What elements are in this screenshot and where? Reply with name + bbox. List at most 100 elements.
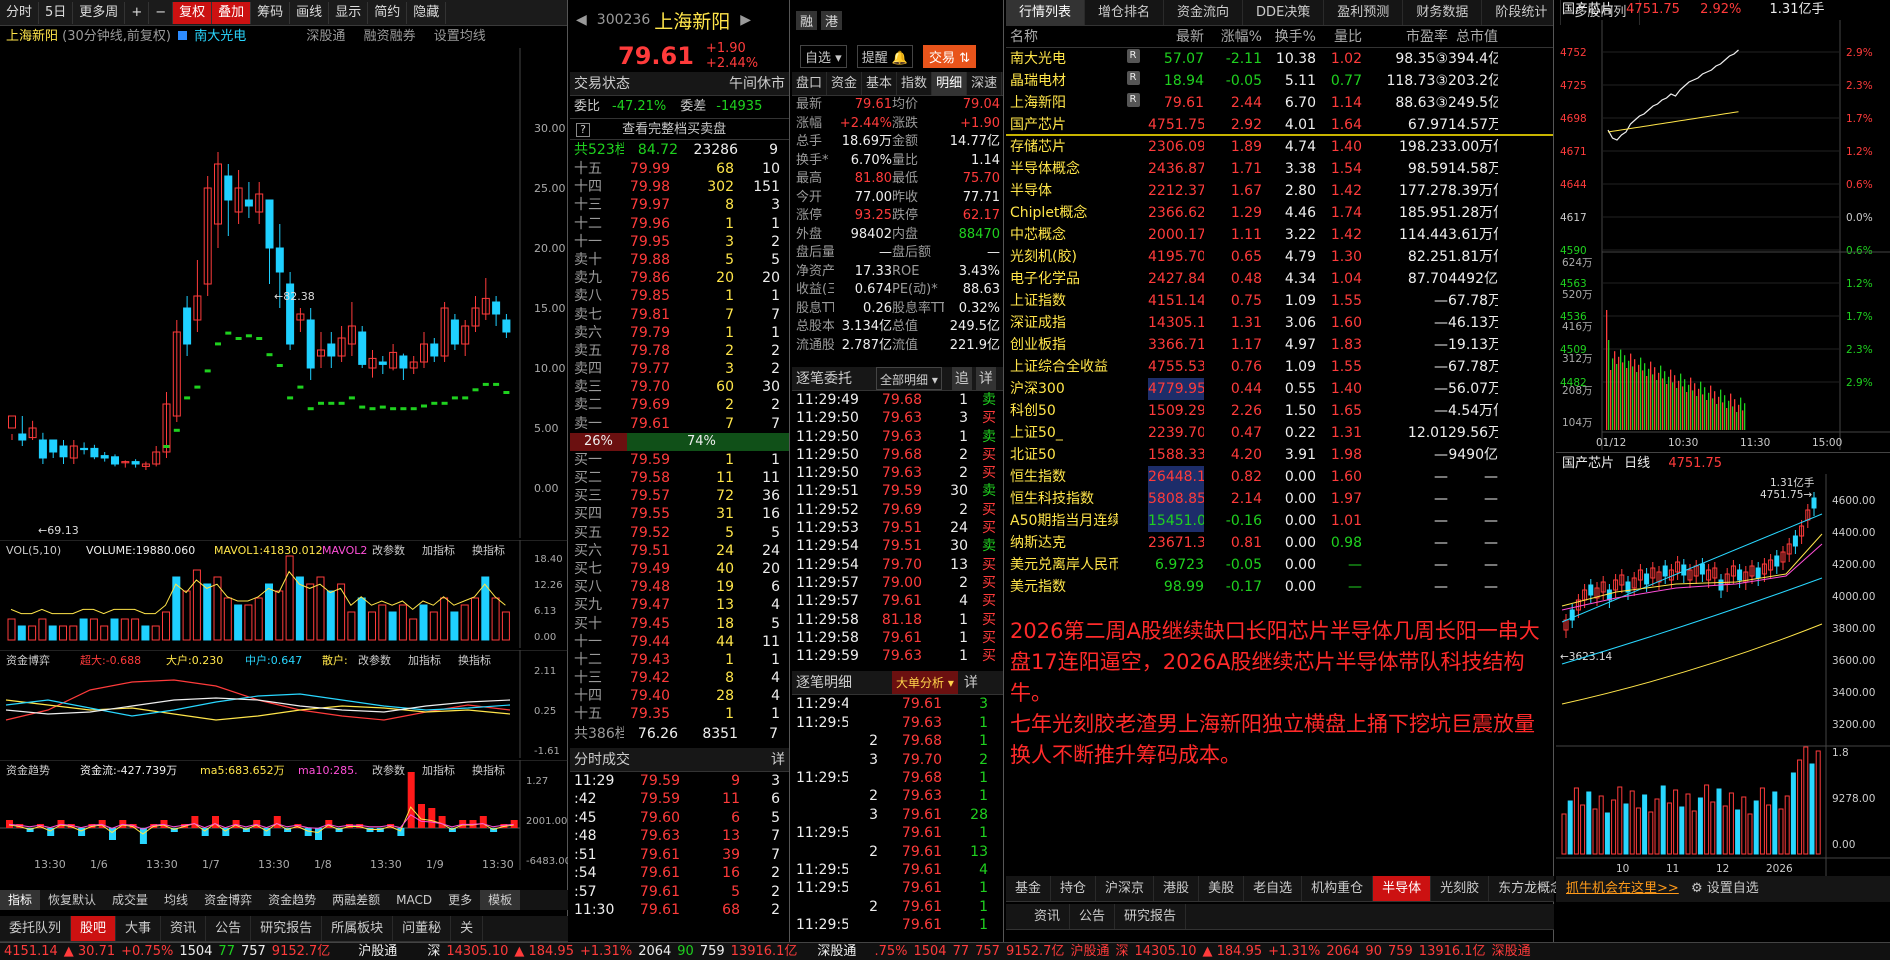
sell-level[interactable]: 十一 79.95 3 2 bbox=[570, 233, 789, 251]
list-row[interactable]: 深证成指 14305.10 1.31 3.06 1.60 —46.13万亿 bbox=[1006, 312, 1553, 334]
buy-level[interactable]: 买五 79.52 5 5 bbox=[570, 524, 789, 542]
tab-research[interactable]: 研究报告 bbox=[1115, 904, 1187, 929]
list-row[interactable]: 恒生科技指数 5808.85 2.14 0.00 1.97 — — bbox=[1006, 488, 1553, 510]
buy-level[interactable]: 十四 79.40 28 4 bbox=[570, 687, 789, 705]
full-depth-link[interactable]: 查看完整档买卖盘 bbox=[622, 122, 726, 137]
sell-level[interactable]: 十三 79.97 8 3 bbox=[570, 196, 789, 214]
chase-button[interactable]: 追 bbox=[951, 367, 972, 390]
ad-link[interactable]: 抓牛机会在这里>> bbox=[1566, 881, 1679, 896]
indicator-tab[interactable]: 资金博弈 bbox=[196, 890, 260, 910]
quote-tab[interactable]: 明细 bbox=[932, 72, 968, 95]
list-row[interactable]: 中芯概念 2000.17 1.11 3.22 1.42 114.443.61万亿 bbox=[1006, 224, 1553, 246]
info-item[interactable]: 深股通 bbox=[306, 29, 345, 44]
vol-action[interactable]: 换指标 bbox=[472, 543, 505, 557]
buy-level[interactable]: 十二 79.43 1 1 bbox=[570, 651, 789, 669]
list-header-cell[interactable]: 名称 bbox=[1006, 26, 1118, 47]
trade-button[interactable]: 交易 ⇅ bbox=[923, 44, 977, 68]
toolbar-button[interactable]: 隐藏 bbox=[407, 1, 447, 24]
index-intraday-chart[interactable]: 4752472546984671464446174590456345364509… bbox=[1556, 20, 1890, 450]
sell-level[interactable]: 十四 79.98 302 151 bbox=[570, 178, 789, 196]
mingxi-detail-button[interactable]: 详 bbox=[964, 671, 978, 694]
list-row[interactable]: 上海新阳 R 79.61 2.44 6.70 1.14 88.63③ 249.5亿 bbox=[1006, 92, 1553, 114]
buy-level[interactable]: 买七 79.49 40 20 bbox=[570, 560, 789, 578]
list-row[interactable]: Chiplet概念 2366.62 1.29 4.46 1.74 185.951.28万亿 bbox=[1006, 202, 1553, 224]
sell-level[interactable]: 卖六 79.79 1 1 bbox=[570, 324, 789, 342]
bottom-tab[interactable]: 所属板块 bbox=[322, 916, 394, 941]
fund-trend-chart[interactable]: 资金趋势 资金流:-427.739万 ma5:683.652万 ma10:285. 改参… bbox=[0, 760, 568, 870]
next-stock-icon[interactable]: ▶ bbox=[740, 12, 751, 28]
list-bottom-tab[interactable]: 半导体 bbox=[1373, 876, 1432, 901]
list-tab[interactable]: 盈利预测 bbox=[1324, 0, 1404, 25]
sell-level[interactable]: 十二 79.96 1 1 bbox=[570, 215, 789, 233]
buy-level[interactable]: 买三 79.57 72 36 bbox=[570, 487, 789, 505]
list-row[interactable]: A50期指当月连续 15451.0 -0.16 0.00 1.01 — — bbox=[1006, 510, 1553, 532]
toolbar-button[interactable]: + bbox=[125, 1, 150, 24]
gang-button[interactable]: 港 bbox=[821, 10, 843, 30]
list-header-cell[interactable]: 涨幅% bbox=[1204, 26, 1262, 47]
bottom-tab[interactable]: 关 bbox=[451, 916, 484, 941]
list-bottom-tab[interactable]: 基金 bbox=[1006, 876, 1052, 901]
fund-action[interactable]: 加指标 bbox=[408, 653, 441, 667]
buy-level[interactable]: 买一 79.59 1 1 bbox=[570, 451, 789, 469]
bottom-tab[interactable]: 问董秘 bbox=[393, 916, 452, 941]
rong-button[interactable]: 融 bbox=[796, 10, 818, 30]
list-header-cell[interactable]: 换手% bbox=[1262, 26, 1316, 47]
fund-action[interactable]: 换指标 bbox=[458, 653, 491, 667]
info-item[interactable]: 融资融券 bbox=[364, 29, 416, 44]
quote-tab[interactable]: 盘口 bbox=[792, 72, 828, 95]
sell-level[interactable]: 卖三 79.70 60 30 bbox=[570, 378, 789, 396]
list-row[interactable]: 美元指数 98.99 -0.17 0.00 — — — bbox=[1006, 576, 1553, 598]
list-row[interactable]: 光刻机(胶) 4195.70 0.65 4.79 1.30 82.251.81万亿 bbox=[1006, 246, 1553, 268]
list-header-cell[interactable] bbox=[1118, 26, 1148, 47]
list-tab[interactable]: 增仓排名 bbox=[1085, 0, 1165, 25]
buy-level[interactable]: 买六 79.51 24 24 bbox=[570, 542, 789, 560]
bottom-tab[interactable]: 研究报告 bbox=[251, 916, 323, 941]
indicator-tab[interactable]: 两融差额 bbox=[324, 890, 388, 910]
sell-level[interactable]: 卖九 79.86 20 20 bbox=[570, 269, 789, 287]
zhubi-filter[interactable]: 全部明细 ▾ bbox=[876, 367, 942, 390]
toolbar-button[interactable]: 筹码 bbox=[251, 1, 291, 24]
list-row[interactable]: 晶瑞电材 R 18.94 -0.05 5.11 0.77 118.73③ 203.2亿 bbox=[1006, 70, 1553, 92]
vol-action[interactable]: 加指标 bbox=[422, 543, 455, 557]
toolbar-button[interactable]: 复权 bbox=[173, 1, 213, 24]
buy-level[interactable]: 买九 79.47 13 4 bbox=[570, 596, 789, 614]
volume-chart[interactable]: VOL(5,10) VOLUME:19880.060 MAVOL1:41830.01… bbox=[0, 540, 568, 648]
fund-game-chart[interactable]: 资金博弈 超大:-0.688 大户:0.230 中户:0.647 散户: 改参数 加指标 换指… bbox=[0, 650, 568, 758]
buy-level[interactable]: 十五 79.35 1 1 bbox=[570, 705, 789, 723]
toolbar-button[interactable]: 简约 bbox=[368, 1, 408, 24]
indicator-tab[interactable]: 均线 bbox=[156, 890, 196, 910]
list-bottom-tab[interactable]: 港股 bbox=[1154, 876, 1200, 901]
big-order-button[interactable]: 大单分析 ▾ bbox=[892, 671, 958, 695]
quote-tab[interactable]: 指数 bbox=[897, 72, 933, 95]
sell-level[interactable]: 卖十 79.88 5 5 bbox=[570, 251, 789, 269]
list-tab[interactable]: DDE决策 bbox=[1243, 0, 1325, 25]
prev-stock-icon[interactable]: ◀ bbox=[576, 12, 587, 28]
list-header-cell[interactable]: 量比 bbox=[1316, 26, 1362, 47]
list-tab[interactable]: 资金流向 bbox=[1164, 0, 1244, 25]
bottom-tab[interactable]: 公告 bbox=[206, 916, 252, 941]
list-tab[interactable]: 财务数据 bbox=[1403, 0, 1483, 25]
list-header-cell[interactable]: 总市值 bbox=[1448, 26, 1498, 47]
buy-level[interactable]: 买十 79.45 18 5 bbox=[570, 615, 789, 633]
buy-level[interactable]: 买二 79.58 11 11 bbox=[570, 469, 789, 487]
list-header-cell[interactable]: 最新 bbox=[1148, 26, 1204, 47]
list-tab[interactable]: 阶段统计 bbox=[1482, 0, 1562, 25]
help-icon[interactable]: ? bbox=[576, 123, 590, 137]
list-row[interactable]: 北证50 1588.33 4.20 3.91 1.98 —9490亿 bbox=[1006, 444, 1553, 466]
trend-action[interactable]: 改参数 bbox=[372, 763, 405, 777]
toolbar-button[interactable]: 叠加 bbox=[212, 1, 252, 24]
toolbar-button[interactable]: 画线 bbox=[290, 1, 330, 24]
list-row[interactable]: 电子化学品 2427.84 0.48 4.34 1.04 87.70 4492亿 bbox=[1006, 268, 1553, 290]
quote-tab[interactable]: 资金 bbox=[827, 72, 863, 95]
quote-tab[interactable]: 深速 bbox=[967, 72, 1003, 95]
list-bottom-tab[interactable]: 美股 bbox=[1199, 876, 1245, 901]
bottom-tab[interactable]: 委托队列 bbox=[0, 916, 72, 941]
kline-chart[interactable]: 30.00 25.00 20.00 15.00 10.00 5.00 0.00 ←82.38 ←… bbox=[0, 48, 568, 538]
sell-level[interactable]: 十五 79.99 68 10 bbox=[570, 160, 789, 178]
compare-stock[interactable]: 南大光电 bbox=[194, 29, 246, 44]
buy-level[interactable]: 十三 79.42 8 4 bbox=[570, 669, 789, 687]
list-bottom-tab[interactable]: 老自选 bbox=[1244, 876, 1303, 901]
list-row[interactable]: 纳斯达克 23671.35 0.81 0.00 0.98 — — bbox=[1006, 532, 1553, 554]
indicator-tab[interactable]: 更多 bbox=[440, 890, 480, 910]
list-header-cell[interactable]: 市盈率 bbox=[1362, 26, 1448, 47]
